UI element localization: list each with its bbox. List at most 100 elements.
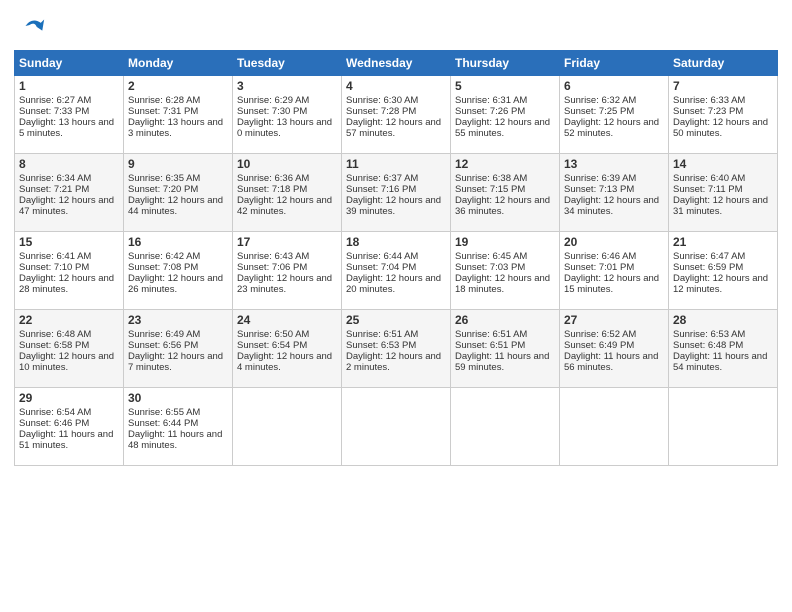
sunrise-text: Sunrise: 6:42 AM bbox=[128, 251, 200, 262]
day-number: 5 bbox=[455, 79, 555, 93]
sunrise-text: Sunrise: 6:41 AM bbox=[19, 251, 91, 262]
sunset-text: Sunset: 7:21 PM bbox=[19, 184, 89, 195]
calendar-cell bbox=[669, 388, 778, 466]
daylight-text: Daylight: 12 hours and 55 minutes. bbox=[455, 117, 550, 139]
day-number: 14 bbox=[673, 157, 773, 171]
sunset-text: Sunset: 7:11 PM bbox=[673, 184, 743, 195]
logo bbox=[14, 12, 46, 40]
sunrise-text: Sunrise: 6:31 AM bbox=[455, 95, 527, 106]
daylight-text: Daylight: 12 hours and 47 minutes. bbox=[19, 195, 114, 217]
daylight-text: Daylight: 12 hours and 4 minutes. bbox=[237, 351, 332, 373]
daylight-text: Daylight: 12 hours and 31 minutes. bbox=[673, 195, 768, 217]
sunrise-text: Sunrise: 6:52 AM bbox=[564, 329, 636, 340]
sunset-text: Sunset: 7:16 PM bbox=[346, 184, 416, 195]
day-number: 7 bbox=[673, 79, 773, 93]
calendar-cell: 1Sunrise: 6:27 AMSunset: 7:33 PMDaylight… bbox=[15, 76, 124, 154]
sunrise-text: Sunrise: 6:32 AM bbox=[564, 95, 636, 106]
sunset-text: Sunset: 6:51 PM bbox=[455, 340, 525, 351]
daylight-text: Daylight: 11 hours and 51 minutes. bbox=[19, 429, 113, 451]
col-monday: Monday bbox=[124, 51, 233, 76]
day-number: 24 bbox=[237, 313, 337, 327]
daylight-text: Daylight: 12 hours and 2 minutes. bbox=[346, 351, 441, 373]
day-number: 3 bbox=[237, 79, 337, 93]
calendar-cell: 22Sunrise: 6:48 AMSunset: 6:58 PMDayligh… bbox=[15, 310, 124, 388]
sunset-text: Sunset: 7:10 PM bbox=[19, 262, 89, 273]
sunrise-text: Sunrise: 6:45 AM bbox=[455, 251, 527, 262]
calendar-week-2: 8Sunrise: 6:34 AMSunset: 7:21 PMDaylight… bbox=[15, 154, 778, 232]
sunset-text: Sunset: 6:46 PM bbox=[19, 418, 89, 429]
col-saturday: Saturday bbox=[669, 51, 778, 76]
calendar-cell: 25Sunrise: 6:51 AMSunset: 6:53 PMDayligh… bbox=[342, 310, 451, 388]
calendar-cell: 18Sunrise: 6:44 AMSunset: 7:04 PMDayligh… bbox=[342, 232, 451, 310]
day-number: 15 bbox=[19, 235, 119, 249]
calendar-cell: 23Sunrise: 6:49 AMSunset: 6:56 PMDayligh… bbox=[124, 310, 233, 388]
sunset-text: Sunset: 7:23 PM bbox=[673, 106, 743, 117]
sunset-text: Sunset: 6:59 PM bbox=[673, 262, 743, 273]
day-number: 13 bbox=[564, 157, 664, 171]
day-number: 30 bbox=[128, 391, 228, 405]
daylight-text: Daylight: 12 hours and 23 minutes. bbox=[237, 273, 332, 295]
sunset-text: Sunset: 6:53 PM bbox=[346, 340, 416, 351]
col-wednesday: Wednesday bbox=[342, 51, 451, 76]
sunset-text: Sunset: 7:15 PM bbox=[455, 184, 525, 195]
sunrise-text: Sunrise: 6:47 AM bbox=[673, 251, 745, 262]
sunrise-text: Sunrise: 6:50 AM bbox=[237, 329, 309, 340]
daylight-text: Daylight: 11 hours and 54 minutes. bbox=[673, 351, 767, 373]
sunset-text: Sunset: 6:49 PM bbox=[564, 340, 634, 351]
calendar-cell: 7Sunrise: 6:33 AMSunset: 7:23 PMDaylight… bbox=[669, 76, 778, 154]
sunset-text: Sunset: 7:13 PM bbox=[564, 184, 634, 195]
calendar-cell: 8Sunrise: 6:34 AMSunset: 7:21 PMDaylight… bbox=[15, 154, 124, 232]
sunset-text: Sunset: 7:33 PM bbox=[19, 106, 89, 117]
day-number: 19 bbox=[455, 235, 555, 249]
calendar-week-4: 22Sunrise: 6:48 AMSunset: 6:58 PMDayligh… bbox=[15, 310, 778, 388]
day-number: 21 bbox=[673, 235, 773, 249]
daylight-text: Daylight: 11 hours and 48 minutes. bbox=[128, 429, 222, 451]
sunrise-text: Sunrise: 6:35 AM bbox=[128, 173, 200, 184]
sunrise-text: Sunrise: 6:28 AM bbox=[128, 95, 200, 106]
sunrise-text: Sunrise: 6:54 AM bbox=[19, 407, 91, 418]
day-number: 10 bbox=[237, 157, 337, 171]
sunrise-text: Sunrise: 6:33 AM bbox=[673, 95, 745, 106]
daylight-text: Daylight: 12 hours and 26 minutes. bbox=[128, 273, 223, 295]
daylight-text: Daylight: 12 hours and 52 minutes. bbox=[564, 117, 659, 139]
calendar-cell: 9Sunrise: 6:35 AMSunset: 7:20 PMDaylight… bbox=[124, 154, 233, 232]
calendar-cell: 2Sunrise: 6:28 AMSunset: 7:31 PMDaylight… bbox=[124, 76, 233, 154]
sunrise-text: Sunrise: 6:44 AM bbox=[346, 251, 418, 262]
sunrise-text: Sunrise: 6:53 AM bbox=[673, 329, 745, 340]
daylight-text: Daylight: 12 hours and 39 minutes. bbox=[346, 195, 441, 217]
day-number: 29 bbox=[19, 391, 119, 405]
daylight-text: Daylight: 12 hours and 20 minutes. bbox=[346, 273, 441, 295]
sunset-text: Sunset: 6:58 PM bbox=[19, 340, 89, 351]
daylight-text: Daylight: 12 hours and 57 minutes. bbox=[346, 117, 441, 139]
sunset-text: Sunset: 6:54 PM bbox=[237, 340, 307, 351]
sunset-text: Sunset: 7:31 PM bbox=[128, 106, 198, 117]
daylight-text: Daylight: 13 hours and 3 minutes. bbox=[128, 117, 223, 139]
calendar-cell: 24 Sunrise: 6:50 AMSunset: 6:54 PMDayligh… bbox=[233, 310, 342, 388]
col-thursday: Thursday bbox=[451, 51, 560, 76]
calendar-cell bbox=[451, 388, 560, 466]
calendar-cell: 5Sunrise: 6:31 AMSunset: 7:26 PMDaylight… bbox=[451, 76, 560, 154]
logo-icon bbox=[18, 12, 46, 40]
day-number: 8 bbox=[19, 157, 119, 171]
day-number: 16 bbox=[128, 235, 228, 249]
day-number: 22 bbox=[19, 313, 119, 327]
daylight-text: Daylight: 12 hours and 28 minutes. bbox=[19, 273, 114, 295]
daylight-text: Daylight: 12 hours and 10 minutes. bbox=[19, 351, 114, 373]
sunset-text: Sunset: 7:01 PM bbox=[564, 262, 634, 273]
calendar-cell: 20Sunrise: 6:46 AMSunset: 7:01 PMDayligh… bbox=[560, 232, 669, 310]
day-number: 6 bbox=[564, 79, 664, 93]
sunset-text: Sunset: 6:56 PM bbox=[128, 340, 198, 351]
calendar-week-5: 29Sunrise: 6:54 AMSunset: 6:46 PMDayligh… bbox=[15, 388, 778, 466]
daylight-text: Daylight: 12 hours and 34 minutes. bbox=[564, 195, 659, 217]
calendar-cell: 13 Sunrise: 6:39 AMSunset: 7:13 PMDayligh… bbox=[560, 154, 669, 232]
calendar-cell: 11Sunrise: 6:37 AMSunset: 7:16 PMDayligh… bbox=[342, 154, 451, 232]
sunset-text: Sunset: 7:03 PM bbox=[455, 262, 525, 273]
day-number: 23 bbox=[128, 313, 228, 327]
sunrise-text: Sunrise: 6:39 AM bbox=[564, 173, 636, 184]
calendar-cell: 26Sunrise: 6:51 AMSunset: 6:51 PMDayligh… bbox=[451, 310, 560, 388]
day-number: 28 bbox=[673, 313, 773, 327]
sunset-text: Sunset: 7:20 PM bbox=[128, 184, 198, 195]
sunset-text: Sunset: 7:28 PM bbox=[346, 106, 416, 117]
calendar-cell: 3Sunrise: 6:29 AMSunset: 7:30 PMDaylight… bbox=[233, 76, 342, 154]
day-number: 1 bbox=[19, 79, 119, 93]
